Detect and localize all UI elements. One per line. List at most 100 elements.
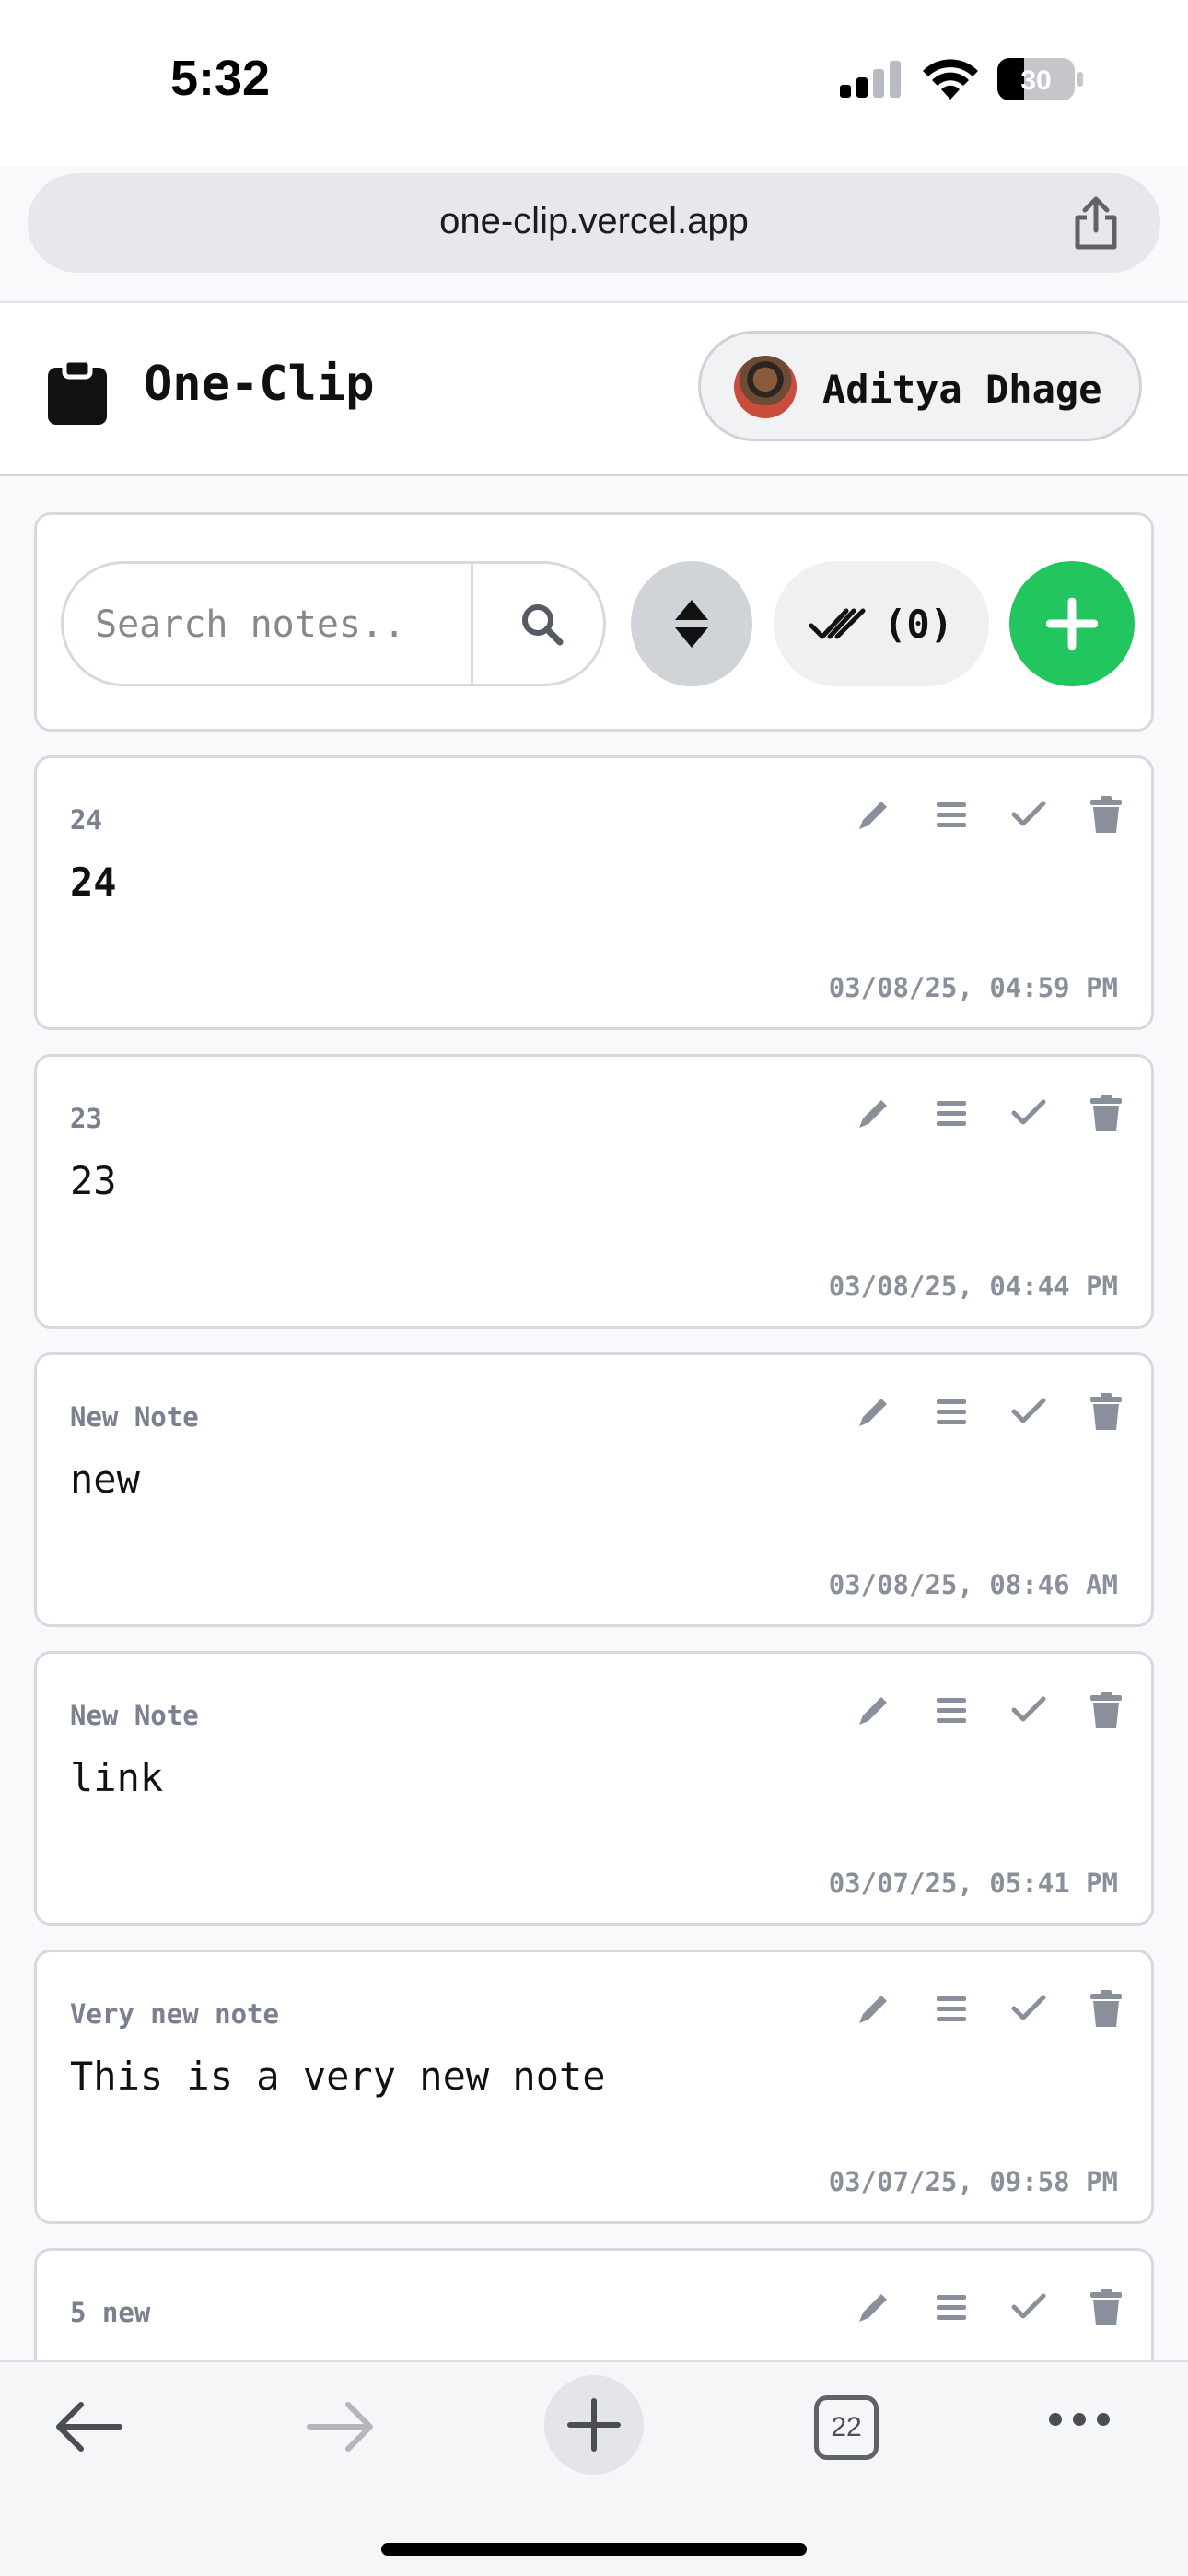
delete-note-button[interactable] (1087, 1691, 1125, 1729)
trash-icon (1090, 1095, 1122, 1131)
url-bar[interactable]: one-clip.vercel.app (28, 173, 1160, 273)
reorder-note-button[interactable] (932, 1392, 971, 1431)
edit-note-button[interactable] (855, 795, 893, 834)
check-icon (1011, 1099, 1046, 1125)
forward-button[interactable] (306, 2399, 376, 2459)
delete-note-button[interactable] (1087, 1392, 1125, 1431)
note-body: 24 (70, 860, 117, 905)
note-title: 24 (70, 804, 102, 836)
wifi-icon (921, 57, 980, 104)
forward-arrow-icon (307, 2402, 373, 2452)
avatar[interactable] (734, 356, 797, 418)
pencil-icon (859, 1996, 887, 2023)
trash-icon (1090, 1990, 1122, 2027)
share-icon[interactable] (1070, 195, 1122, 255)
note-card[interactable]: New Note new 03/08/25, 08:46 AM (34, 1352, 1154, 1627)
reorder-note-button[interactable] (932, 1094, 971, 1132)
user-profile-button[interactable]: Aditya Dhage (698, 331, 1142, 441)
note-body: new (70, 1457, 140, 1502)
menu-icon (937, 1996, 966, 2021)
note-timestamp: 03/08/25, 08:46 AM (828, 1569, 1118, 1600)
battery-icon: 30 (996, 57, 1085, 106)
url-text[interactable]: one-clip.vercel.app (28, 201, 1160, 242)
note-card[interactable]: New Note link 03/07/25, 05:41 PM (34, 1651, 1154, 1926)
note-actions (855, 1989, 1125, 2028)
note-actions (855, 1094, 1125, 1132)
selected-count: (0) (883, 601, 953, 647)
pencil-icon (859, 1399, 887, 1426)
edit-note-button[interactable] (855, 1691, 893, 1729)
edit-note-button[interactable] (855, 1094, 893, 1132)
mark-done-button[interactable] (1009, 2288, 1048, 2326)
check-icon (1011, 1398, 1046, 1423)
mark-done-button[interactable] (1009, 1392, 1048, 1431)
trash-icon (1090, 2289, 1122, 2325)
status-time: 5:32 (170, 51, 271, 106)
app-header: One-Clip Aditya Dhage (0, 303, 1188, 476)
select-all-button[interactable]: (0) (774, 561, 989, 686)
search-icon (522, 604, 564, 646)
more-menu-button[interactable] (1046, 2410, 1112, 2433)
edit-note-button[interactable] (855, 2288, 893, 2326)
mark-done-button[interactable] (1009, 1691, 1048, 1729)
edit-note-button[interactable] (855, 1989, 893, 2028)
delete-note-button[interactable] (1087, 1989, 1125, 2028)
pencil-icon (859, 1100, 887, 1128)
menu-icon (937, 802, 966, 827)
reorder-note-button[interactable] (932, 2288, 971, 2326)
note-timestamp: 03/08/25, 04:44 PM (828, 1270, 1118, 1302)
home-indicator (381, 2543, 807, 2556)
mark-done-button[interactable] (1009, 1989, 1048, 2028)
note-actions (855, 1691, 1125, 1729)
note-body: link (70, 1755, 164, 1800)
clipboard-icon (46, 357, 109, 429)
double-check-icon (809, 608, 866, 639)
user-name[interactable]: Aditya Dhage (822, 367, 1101, 412)
battery-level: 30 (1020, 65, 1051, 96)
reorder-note-button[interactable] (932, 1989, 971, 2028)
trash-icon (1090, 796, 1122, 833)
mark-done-button[interactable] (1009, 1094, 1048, 1132)
edit-note-button[interactable] (855, 1392, 893, 1431)
reorder-note-button[interactable] (932, 1691, 971, 1729)
sort-button[interactable] (631, 561, 752, 686)
search-box (61, 561, 606, 686)
toolbar-card: (0) (34, 512, 1154, 732)
search-divider (471, 564, 473, 684)
check-icon (1011, 1696, 1046, 1722)
add-note-button[interactable] (1009, 561, 1135, 686)
back-button[interactable] (53, 2399, 123, 2459)
check-icon (1011, 2293, 1046, 2319)
cellular-signal-icon (840, 61, 904, 102)
search-input[interactable] (95, 595, 463, 654)
note-card[interactable]: Very new note This is a very new note 03/0… (34, 1950, 1154, 2224)
note-actions (855, 1392, 1125, 1431)
menu-icon (937, 1101, 966, 1126)
search-button[interactable] (480, 564, 603, 684)
tabs-button[interactable]: 22 (814, 2395, 879, 2460)
note-actions (855, 795, 1125, 834)
note-title: 5 new (70, 2297, 151, 2328)
note-timestamp: 03/07/25, 05:41 PM (828, 1868, 1118, 1899)
pencil-icon (859, 1697, 887, 1725)
mark-done-button[interactable] (1009, 795, 1048, 834)
menu-icon (937, 2295, 966, 2320)
note-card[interactable]: 23 23 03/08/25, 04:44 PM (34, 1054, 1154, 1329)
note-timestamp: 03/08/25, 04:59 PM (828, 972, 1118, 1003)
delete-note-button[interactable] (1087, 1094, 1125, 1132)
trash-icon (1090, 1692, 1122, 1728)
pencil-icon (859, 802, 887, 829)
delete-note-button[interactable] (1087, 795, 1125, 834)
note-actions (855, 2288, 1125, 2326)
note-body: 23 (70, 1158, 117, 1203)
plus-icon (1046, 598, 1098, 650)
delete-note-button[interactable] (1087, 2288, 1125, 2326)
pencil-icon (859, 2294, 887, 2322)
note-card[interactable]: 24 24 03/08/25, 04:59 PM (34, 755, 1154, 1030)
reorder-note-button[interactable] (932, 795, 971, 834)
back-arrow-icon (56, 2402, 122, 2452)
new-tab-button[interactable] (544, 2375, 644, 2475)
more-dots-icon (1049, 2413, 1110, 2426)
sort-icon (675, 600, 708, 648)
trash-icon (1090, 1393, 1122, 1430)
